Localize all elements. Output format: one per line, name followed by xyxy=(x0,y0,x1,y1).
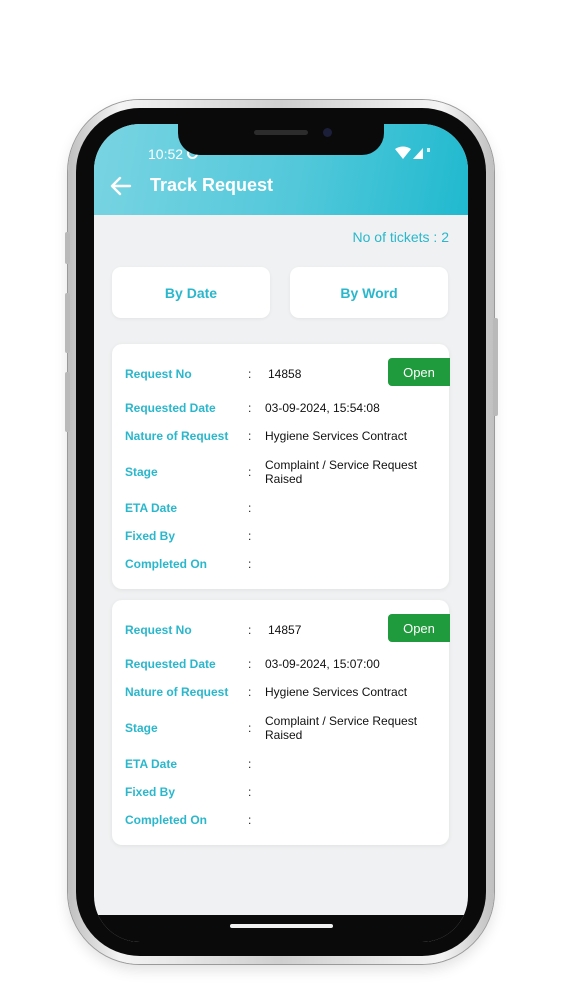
stage-label: Stage xyxy=(125,721,158,735)
separator: : xyxy=(248,465,252,479)
front-camera xyxy=(323,128,332,137)
separator: : xyxy=(248,757,252,771)
request-no-value: 14857 xyxy=(268,623,302,637)
wifi-icon xyxy=(395,146,411,159)
nature-label: Nature of Request xyxy=(125,429,229,443)
status-time: 10:52 xyxy=(148,146,184,162)
request-no-value: 14858 xyxy=(268,367,302,381)
phone-silent-switch xyxy=(65,232,70,264)
home-indicator[interactable] xyxy=(230,924,333,928)
nature-value: Hygiene Services Contract xyxy=(265,685,408,699)
eta-label: ETA Date xyxy=(125,501,178,515)
completed-on-label: Completed On xyxy=(125,557,208,571)
requested-date-value: 03-09-2024, 15:07:00 xyxy=(265,657,380,671)
requested-date-value: 03-09-2024, 15:54:08 xyxy=(265,401,380,415)
separator: : xyxy=(248,501,252,515)
phone-volume-down xyxy=(65,372,70,432)
separator: : xyxy=(248,813,252,827)
phone-volume-up xyxy=(65,293,70,353)
request-card[interactable]: Open Request No : 14857 Requested Date :… xyxy=(112,600,450,845)
camera-notch xyxy=(178,124,384,155)
separator: : xyxy=(248,721,252,735)
phone-power-button xyxy=(493,318,498,416)
completed-on-label: Completed On xyxy=(125,813,208,827)
app-screen: 10:52 Track Request No of tickets : 2 By… xyxy=(94,124,468,942)
request-card[interactable]: Open Request No : 14858 Requested Date :… xyxy=(112,344,450,589)
separator: : xyxy=(248,557,252,571)
arrow-left-icon[interactable] xyxy=(110,176,132,196)
nature-value: Hygiene Services Contract xyxy=(265,429,408,443)
battery-icon xyxy=(427,148,430,152)
by-word-button[interactable]: By Word xyxy=(290,267,448,318)
separator: : xyxy=(248,785,252,799)
signal-icon xyxy=(413,148,423,159)
separator: : xyxy=(248,685,252,699)
requested-date-label: Requested Date xyxy=(125,401,216,415)
nature-label: Nature of Request xyxy=(125,685,229,699)
request-no-label: Request No xyxy=(125,367,192,381)
requested-date-label: Requested Date xyxy=(125,657,216,671)
page-title: Track Request xyxy=(150,175,274,195)
separator: : xyxy=(248,367,252,381)
separator: : xyxy=(248,429,252,443)
by-date-button[interactable]: By Date xyxy=(112,267,270,318)
fixed-by-label: Fixed By xyxy=(125,785,176,799)
system-navigation-bar xyxy=(94,915,468,942)
separator: : xyxy=(248,529,252,543)
stage-label: Stage xyxy=(125,465,158,479)
stage-value: Complaint / Service Request Raised xyxy=(265,458,418,486)
separator: : xyxy=(248,401,252,415)
separator: : xyxy=(248,623,252,637)
eta-label: ETA Date xyxy=(125,757,178,771)
fixed-by-label: Fixed By xyxy=(125,529,176,543)
request-no-label: Request No xyxy=(125,623,192,637)
ticket-count: No of tickets : 2 xyxy=(352,229,449,245)
separator: : xyxy=(248,657,252,671)
speaker-grille xyxy=(254,130,308,135)
stage-value: Complaint / Service Request Raised xyxy=(265,714,418,742)
status-icons xyxy=(395,146,430,159)
